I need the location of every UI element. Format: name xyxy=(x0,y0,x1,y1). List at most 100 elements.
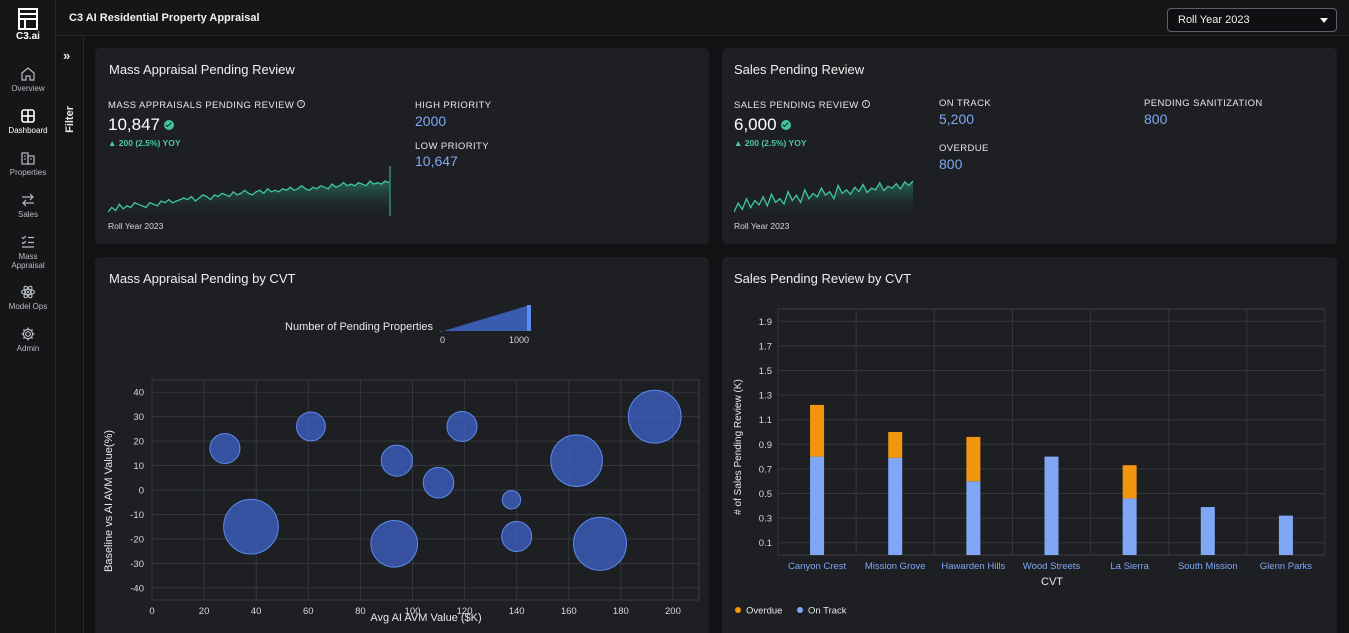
nav-item-properties[interactable]: Properties xyxy=(0,150,56,177)
x-axis-label: CVT xyxy=(1041,576,1063,588)
mass-appraisal-cvt-card: Mass Appraisal Pending by CVT Number of … xyxy=(95,257,709,633)
low-priority-value: 10,647 xyxy=(415,153,458,169)
bar-segment-on-track[interactable] xyxy=(810,456,825,555)
bar-segment-on-track[interactable] xyxy=(888,457,903,555)
nav-label: Mass Appraisal xyxy=(11,252,45,270)
mass-appraisal-summary-card: Mass Appraisal Pending Review MASS APPRA… xyxy=(95,48,709,244)
bar-segment-on-track[interactable] xyxy=(1200,507,1215,555)
bubble-point[interactable] xyxy=(422,466,455,499)
sales-cvt-card: Sales Pending Review by CVT 0.1 0.3 0.5 0.7… xyxy=(722,257,1337,633)
bubble-point[interactable] xyxy=(380,444,413,477)
mass-yoy-change: ▲ 200 (2.5%) YOY xyxy=(108,138,181,148)
bar-segment-on-track[interactable] xyxy=(1122,498,1137,555)
side-nav: C3.ai Overview Dashboard Properties Sale… xyxy=(0,0,56,633)
on-track-label: ON TRACK xyxy=(939,98,992,109)
sparkline-area xyxy=(734,181,913,216)
nav-item-admin[interactable]: Admin xyxy=(0,326,56,353)
bubble-point[interactable] xyxy=(446,410,478,442)
sales-sparkline xyxy=(734,180,914,216)
roll-year-value: Roll Year 2023 xyxy=(1178,14,1250,26)
y-tick-label: 0.1 xyxy=(759,538,772,549)
x-tick-label: 0 xyxy=(149,606,154,617)
y-tick-label: 1.3 xyxy=(759,391,772,402)
bar-segment-on-track[interactable] xyxy=(966,481,981,555)
info-icon[interactable]: i xyxy=(861,100,870,109)
y-tick-label: 10 xyxy=(133,461,144,472)
y-tick-label: 1.5 xyxy=(759,366,772,377)
nav-item-sales[interactable]: Sales xyxy=(0,192,56,219)
stacked-bar-chart: 0.1 0.3 0.5 0.7 0.9 1.1 1.3 1.5 1.7 1.9 Canyon Cre… xyxy=(733,308,1326,617)
bar-segment-overdue[interactable] xyxy=(1122,465,1137,499)
y-tick-label: -40 xyxy=(130,583,144,594)
brand-logo[interactable]: C3.ai xyxy=(0,8,56,42)
nav-item-model-ops[interactable]: Model Ops xyxy=(0,284,56,311)
bubble-point[interactable] xyxy=(550,434,603,487)
y-tick-label: 20 xyxy=(133,437,144,448)
nav-item-mass-appraisal[interactable]: Mass Appraisal xyxy=(0,234,56,270)
size-legend-wedge xyxy=(440,305,530,332)
bubble-point[interactable] xyxy=(370,519,419,568)
filter-label: Filter xyxy=(64,106,76,133)
y-axis-label: # of Sales Pending Review (K) xyxy=(733,379,744,515)
y-tick-label: 0.7 xyxy=(759,464,772,475)
x-tick-label: 200 xyxy=(665,606,681,617)
y-tick-label: 1.7 xyxy=(759,341,772,352)
mass-metric-label: MASS APPRAISALS PENDING REVIEW i xyxy=(108,100,306,111)
high-priority-label: HIGH PRIORITY xyxy=(415,100,492,111)
bar-segment-overdue[interactable] xyxy=(810,404,825,457)
x-tick-label: 40 xyxy=(251,606,262,617)
bubble-point[interactable] xyxy=(573,516,628,571)
bar-segment-overdue[interactable] xyxy=(888,432,903,458)
y-axis-label: Baseline vs AI AVM Value(%) xyxy=(103,430,115,572)
nav-label: Model Ops xyxy=(8,302,48,311)
x-tick-label: Glenn Parks xyxy=(1260,561,1313,572)
y-tick-label: 0.3 xyxy=(759,514,772,525)
sales-yoy-change: ▲ 200 (2.5%) YOY xyxy=(734,138,807,148)
nav-label: Dashboard xyxy=(8,126,48,135)
bubble-point[interactable] xyxy=(295,411,326,442)
sales-metric-label: SALES PENDING REVIEW i xyxy=(734,100,870,111)
low-priority-label: LOW PRIORITY xyxy=(415,141,489,152)
y-tick-label: 0 xyxy=(139,486,144,497)
legend-label-overdue[interactable]: Overdue xyxy=(746,606,782,617)
sales-metric-value: 6,000 xyxy=(734,115,777,134)
y-tick-label: -10 xyxy=(130,510,144,521)
x-tick-label: Wood Streets xyxy=(1023,561,1081,572)
buildings-icon xyxy=(21,152,35,165)
top-bar: C3 AI Residential Property Appraisal Rol… xyxy=(56,0,1349,36)
bar-segment-overdue[interactable] xyxy=(966,436,981,482)
pending-sanitization-label: PENDING SANITIZATION xyxy=(1144,98,1263,109)
y-tick-label: 1.1 xyxy=(759,415,772,426)
info-icon[interactable]: i xyxy=(297,100,306,109)
y-tick-label: 40 xyxy=(133,388,144,399)
caret-down-icon xyxy=(1320,18,1328,23)
nav-item-dashboard[interactable]: Dashboard xyxy=(0,108,56,135)
bubble-point[interactable] xyxy=(627,389,682,444)
legend-swatch-on-track xyxy=(797,607,803,613)
bar-segment-on-track[interactable] xyxy=(1044,456,1059,555)
x-tick-label: 160 xyxy=(561,606,577,617)
bubble-point[interactable] xyxy=(209,432,241,464)
swap-arrows-icon xyxy=(22,193,34,207)
sales-caption: Roll Year 2023 xyxy=(734,221,790,231)
sales-summary-card: Sales Pending Review SALES PENDING REVIE… xyxy=(722,48,1337,244)
high-priority-value: 2000 xyxy=(415,113,447,129)
c3-logo-icon xyxy=(18,8,38,30)
nav-label: Overview xyxy=(11,84,45,93)
bubble-point[interactable] xyxy=(501,520,533,552)
nav-label: Admin xyxy=(16,344,40,353)
nav-label: Sales xyxy=(17,210,38,219)
bubble-point[interactable] xyxy=(223,498,279,555)
y-tick-label: 1.9 xyxy=(759,317,772,328)
bubble-point[interactable] xyxy=(501,490,522,510)
x-tick-label: Mission Grove xyxy=(865,561,926,572)
legend-label-on-track[interactable]: On Track xyxy=(808,606,847,617)
roll-year-select[interactable]: Roll Year 2023 xyxy=(1167,8,1337,32)
atom-icon xyxy=(20,285,36,299)
x-tick-label: Canyon Crest xyxy=(788,561,846,572)
size-legend-title: Number of Pending Properties xyxy=(285,321,433,333)
mass-metric-value-row: 10,847 xyxy=(108,115,174,135)
bar-segment-on-track[interactable] xyxy=(1278,515,1293,555)
filter-panel-toggle[interactable]: » Filter xyxy=(56,36,84,633)
nav-item-overview[interactable]: Overview xyxy=(0,66,56,93)
